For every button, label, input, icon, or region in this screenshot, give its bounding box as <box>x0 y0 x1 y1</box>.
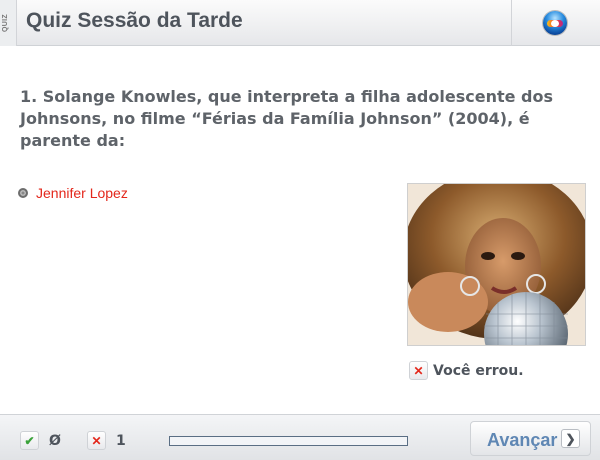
chevron-right-icon[interactable]: ❯ <box>561 429 580 448</box>
question-photo <box>407 183 586 346</box>
result-message: ✕ Você errou. <box>409 361 524 380</box>
footer-bar: ✔ Ø ✕ 1 Avançar ❯ <box>0 414 600 460</box>
x-icon: ✕ <box>87 431 106 450</box>
checkmark-icon: ✔ <box>20 431 39 450</box>
wrong-score: ✕ 1 <box>87 431 126 450</box>
logo-area <box>511 0 600 46</box>
correct-count: Ø <box>49 432 61 449</box>
answer-option-label[interactable]: Jennifer Lopez <box>36 185 128 201</box>
header-bar: QUIZ Quiz Sessão da Tarde <box>0 0 600 46</box>
quiz-tab-label: QUIZ <box>2 14 9 32</box>
advance-button[interactable]: Avançar ❯ <box>470 421 591 456</box>
x-icon: ✕ <box>409 361 428 380</box>
page-title: Quiz Sessão da Tarde <box>26 9 243 32</box>
progress-bar <box>169 436 408 446</box>
globo-logo-icon <box>543 11 567 35</box>
radio-selected-icon[interactable] <box>18 188 28 198</box>
result-text: Você errou. <box>433 362 524 379</box>
advance-button-label[interactable]: Avançar <box>487 430 557 451</box>
answer-option[interactable]: Jennifer Lopez <box>18 185 128 201</box>
quiz-tab: QUIZ <box>0 0 17 46</box>
wrong-count: 1 <box>116 432 126 449</box>
question-text: 1. Solange Knowles, que interpreta a fil… <box>20 87 553 150</box>
correct-score: ✔ Ø <box>20 431 61 450</box>
